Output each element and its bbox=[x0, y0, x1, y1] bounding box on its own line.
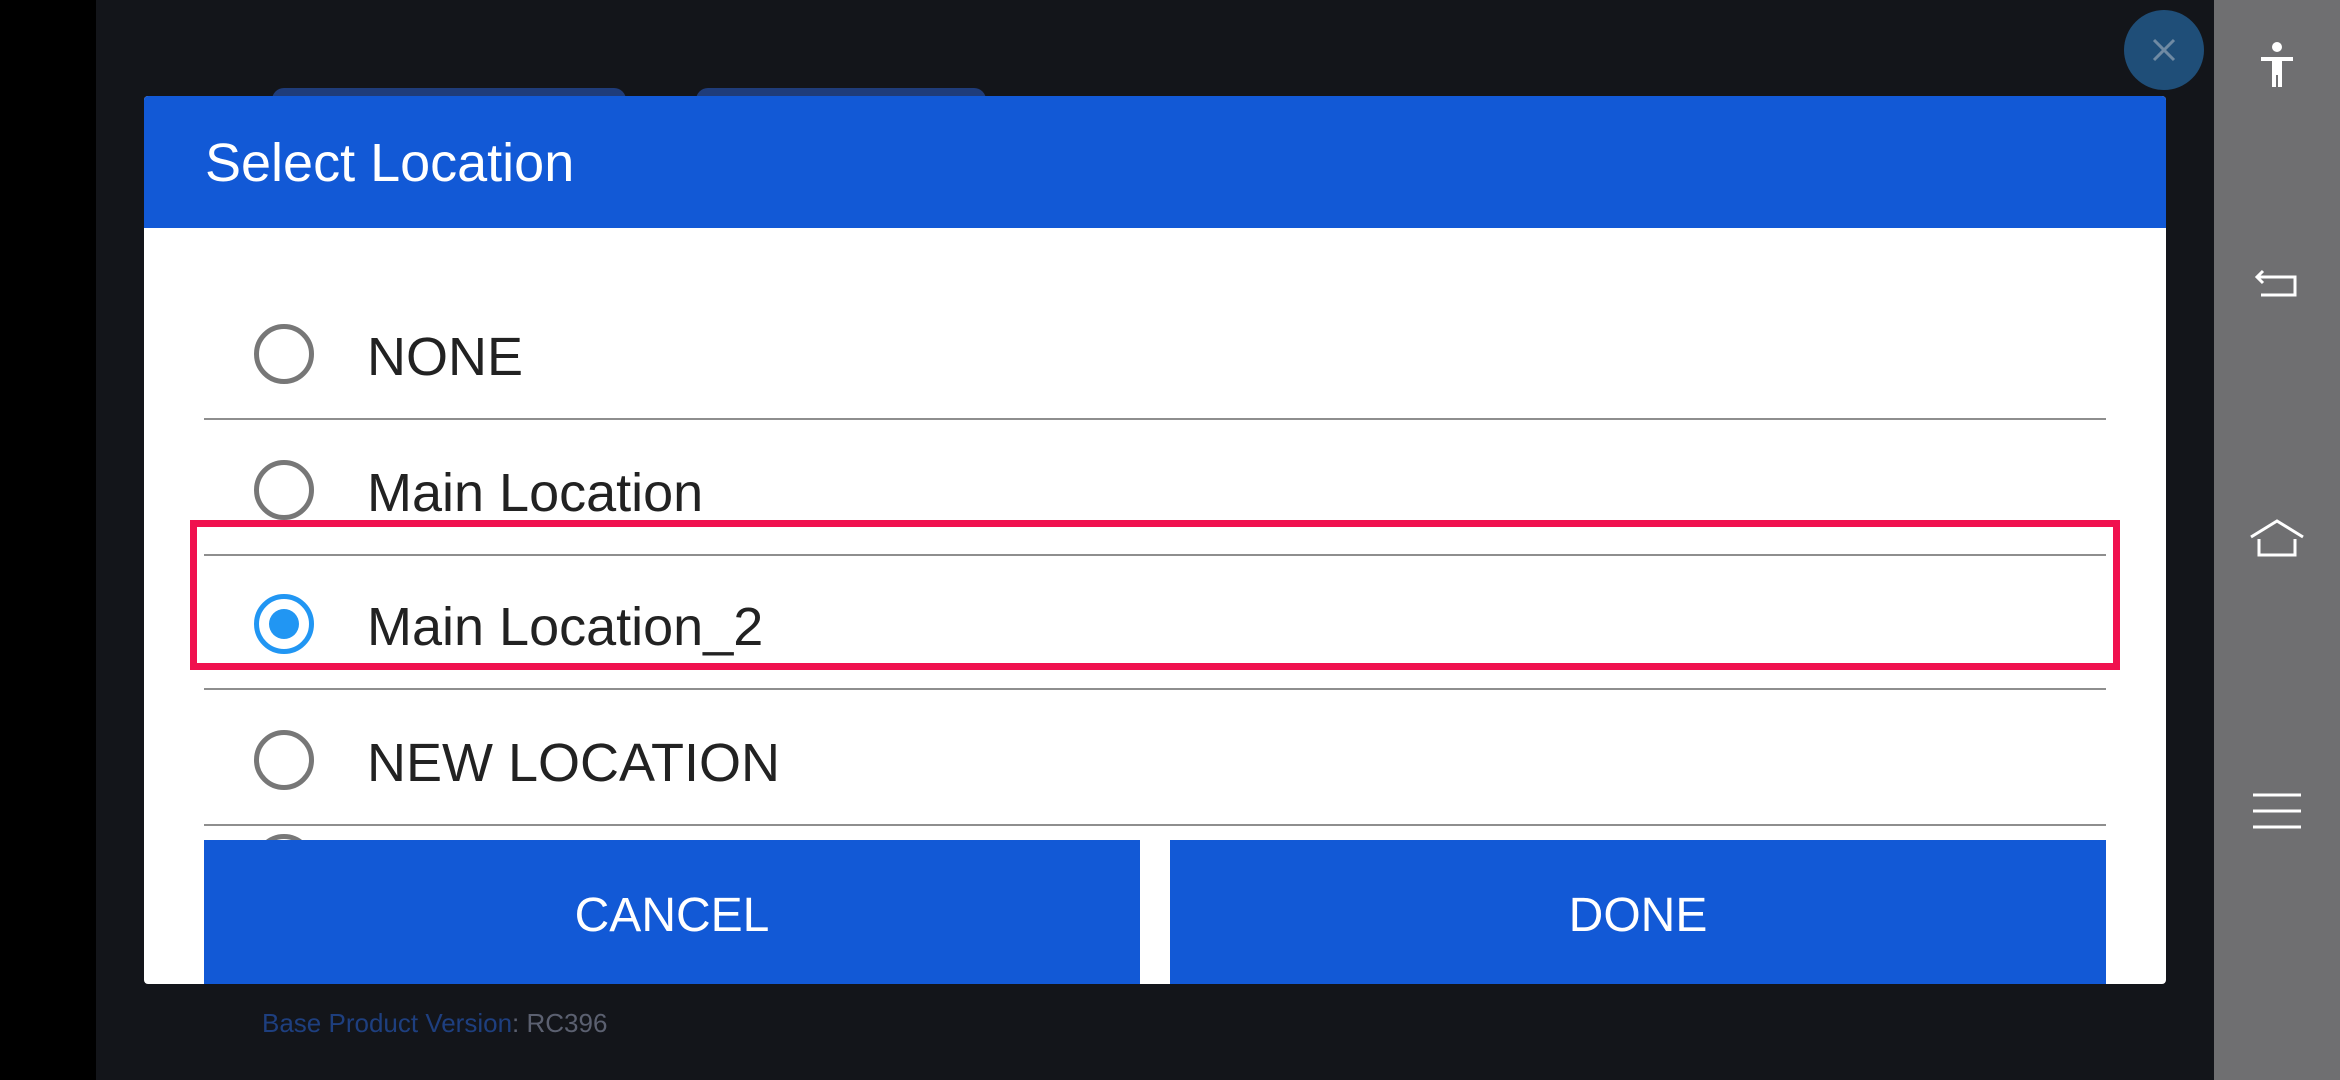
option-label: NONE bbox=[367, 327, 524, 387]
option-label: Main Location bbox=[367, 463, 704, 523]
version-label: Base Product Version bbox=[262, 1008, 513, 1038]
accessibility-button[interactable] bbox=[2214, 22, 2340, 112]
done-button[interactable]: DONE bbox=[1170, 840, 2106, 984]
dialog-header: Select Location bbox=[144, 96, 2166, 228]
dialog-title: Select Location bbox=[205, 133, 575, 193]
radio-button[interactable] bbox=[254, 730, 314, 790]
selection-highlight bbox=[190, 520, 2120, 670]
close-icon bbox=[2152, 38, 2176, 62]
radio-button[interactable] bbox=[254, 324, 314, 384]
menu-button[interactable] bbox=[2214, 766, 2340, 856]
select-location-dialog: Select Location NONE Main Location Main … bbox=[144, 96, 2166, 984]
home-icon bbox=[2250, 519, 2304, 557]
system-navigation-rail bbox=[2214, 0, 2340, 1080]
cancel-button[interactable]: CANCEL bbox=[204, 840, 1140, 984]
radio-button[interactable] bbox=[254, 460, 314, 520]
back-icon bbox=[2254, 269, 2297, 297]
home-button[interactable] bbox=[2214, 494, 2340, 584]
option-label: NEW LOCATION bbox=[367, 733, 781, 793]
back-button[interactable] bbox=[2214, 238, 2340, 328]
location-option-new-location[interactable]: NEW LOCATION bbox=[204, 692, 2106, 826]
floating-close-button[interactable] bbox=[2124, 10, 2204, 90]
accessibility-icon bbox=[2261, 42, 2293, 87]
base-product-version: Base Product Version: RC396 bbox=[262, 1008, 607, 1039]
version-value: : RC396 bbox=[512, 1008, 608, 1038]
location-option-none[interactable]: NONE bbox=[204, 286, 2106, 420]
menu-icon bbox=[2253, 793, 2301, 829]
